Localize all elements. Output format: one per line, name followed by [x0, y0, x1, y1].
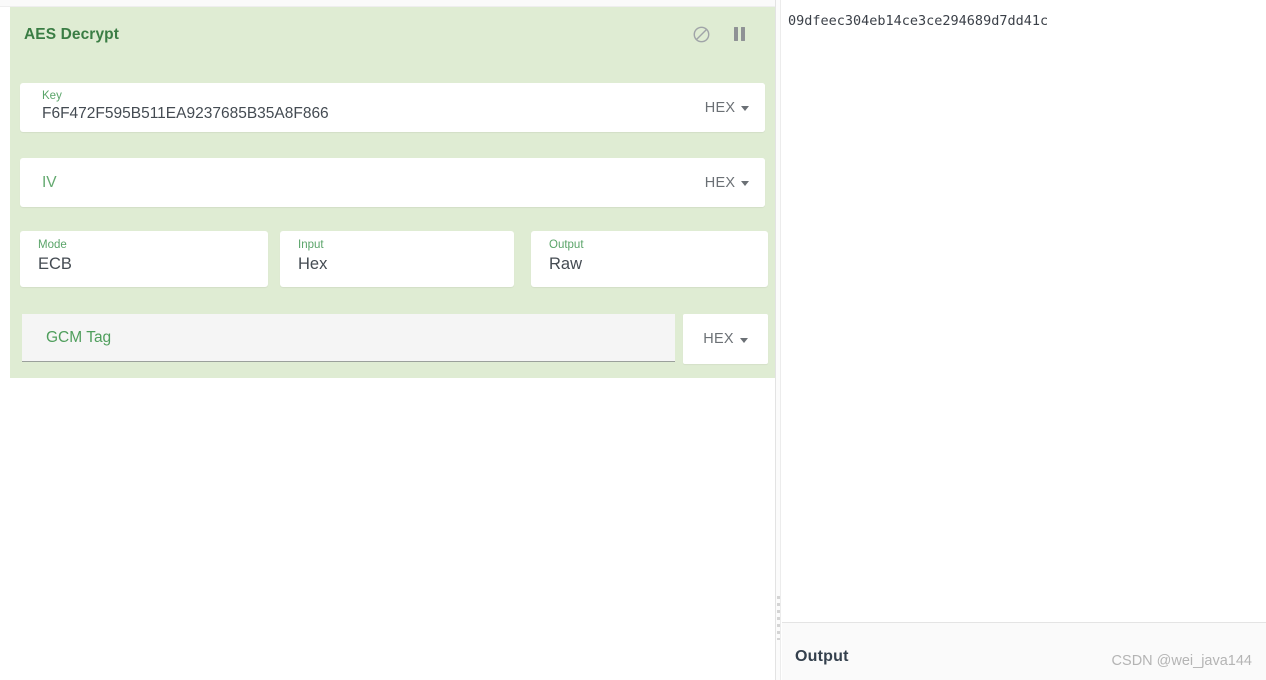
recipe-pane: AES Decrypt Key F6F472F595B511EA9237685B… — [0, 0, 775, 680]
splitter-grip-handle[interactable] — [777, 596, 780, 640]
iv-field-placeholder[interactable]: IV — [42, 174, 57, 192]
output-select-value: Raw — [549, 255, 583, 273]
mode-select[interactable]: Mode ECB — [20, 231, 268, 287]
gcm-tag-field-row[interactable]: GCM Tag HEX — [22, 314, 768, 364]
gcm-tag-placeholder: GCM Tag — [46, 328, 112, 346]
operation-header: AES Decrypt — [10, 7, 775, 60]
input-select[interactable]: Input Hex — [280, 231, 514, 287]
iv-unit-label: HEX — [704, 174, 736, 191]
gcm-tag-unit-dropdown[interactable]: HEX — [683, 314, 768, 364]
key-unit-label: HEX — [704, 99, 736, 116]
output-footer-title: Output — [795, 648, 849, 665]
output-footer-bar: Output CSDN @wei_java144 — [782, 622, 1266, 680]
iv-unit-dropdown[interactable]: HEX — [693, 158, 765, 207]
output-textarea[interactable]: 09dfeec304eb14ce3ce294689d7dd41c — [782, 0, 1266, 622]
recipe-top-strip — [0, 0, 775, 7]
chevron-down-icon — [741, 181, 750, 186]
output-pane: 09dfeec304eb14ce3ce294689d7dd41c Output … — [782, 0, 1266, 680]
key-field-row[interactable]: Key F6F472F595B511EA9237685B35A8F866 HEX — [20, 83, 765, 132]
gcm-tag-unit-label: HEX — [703, 331, 734, 347]
output-select-label: Output — [549, 239, 584, 251]
input-select-value: Hex — [298, 255, 328, 273]
key-field-label: Key — [42, 90, 62, 102]
pane-splitter[interactable] — [775, 0, 781, 680]
gcm-tag-input: GCM Tag — [22, 314, 675, 362]
chevron-down-icon — [739, 337, 748, 343]
operation-header-icons — [691, 24, 749, 44]
chevron-down-icon — [741, 106, 750, 111]
mode-select-value: ECB — [38, 255, 72, 273]
key-field-value[interactable]: F6F472F595B511EA9237685B35A8F866 — [42, 105, 329, 123]
output-select[interactable]: Output Raw — [531, 231, 768, 287]
iv-field-row[interactable]: IV HEX — [20, 158, 765, 207]
disable-icon[interactable] — [691, 24, 711, 44]
mode-select-label: Mode — [38, 239, 67, 251]
key-unit-dropdown[interactable]: HEX — [693, 83, 765, 132]
operation-card-aes-decrypt[interactable]: AES Decrypt Key F6F472F595B511EA9237685B… — [10, 7, 775, 378]
watermark-text: CSDN @wei_java144 — [1111, 653, 1252, 669]
input-select-label: Input — [298, 239, 324, 251]
output-text-content: 09dfeec304eb14ce3ce294689d7dd41c — [788, 13, 1049, 29]
operation-title: AES Decrypt — [24, 26, 119, 43]
app-screenshot: AES Decrypt Key F6F472F595B511EA9237685B… — [0, 0, 1266, 680]
pause-icon[interactable] — [729, 24, 749, 44]
